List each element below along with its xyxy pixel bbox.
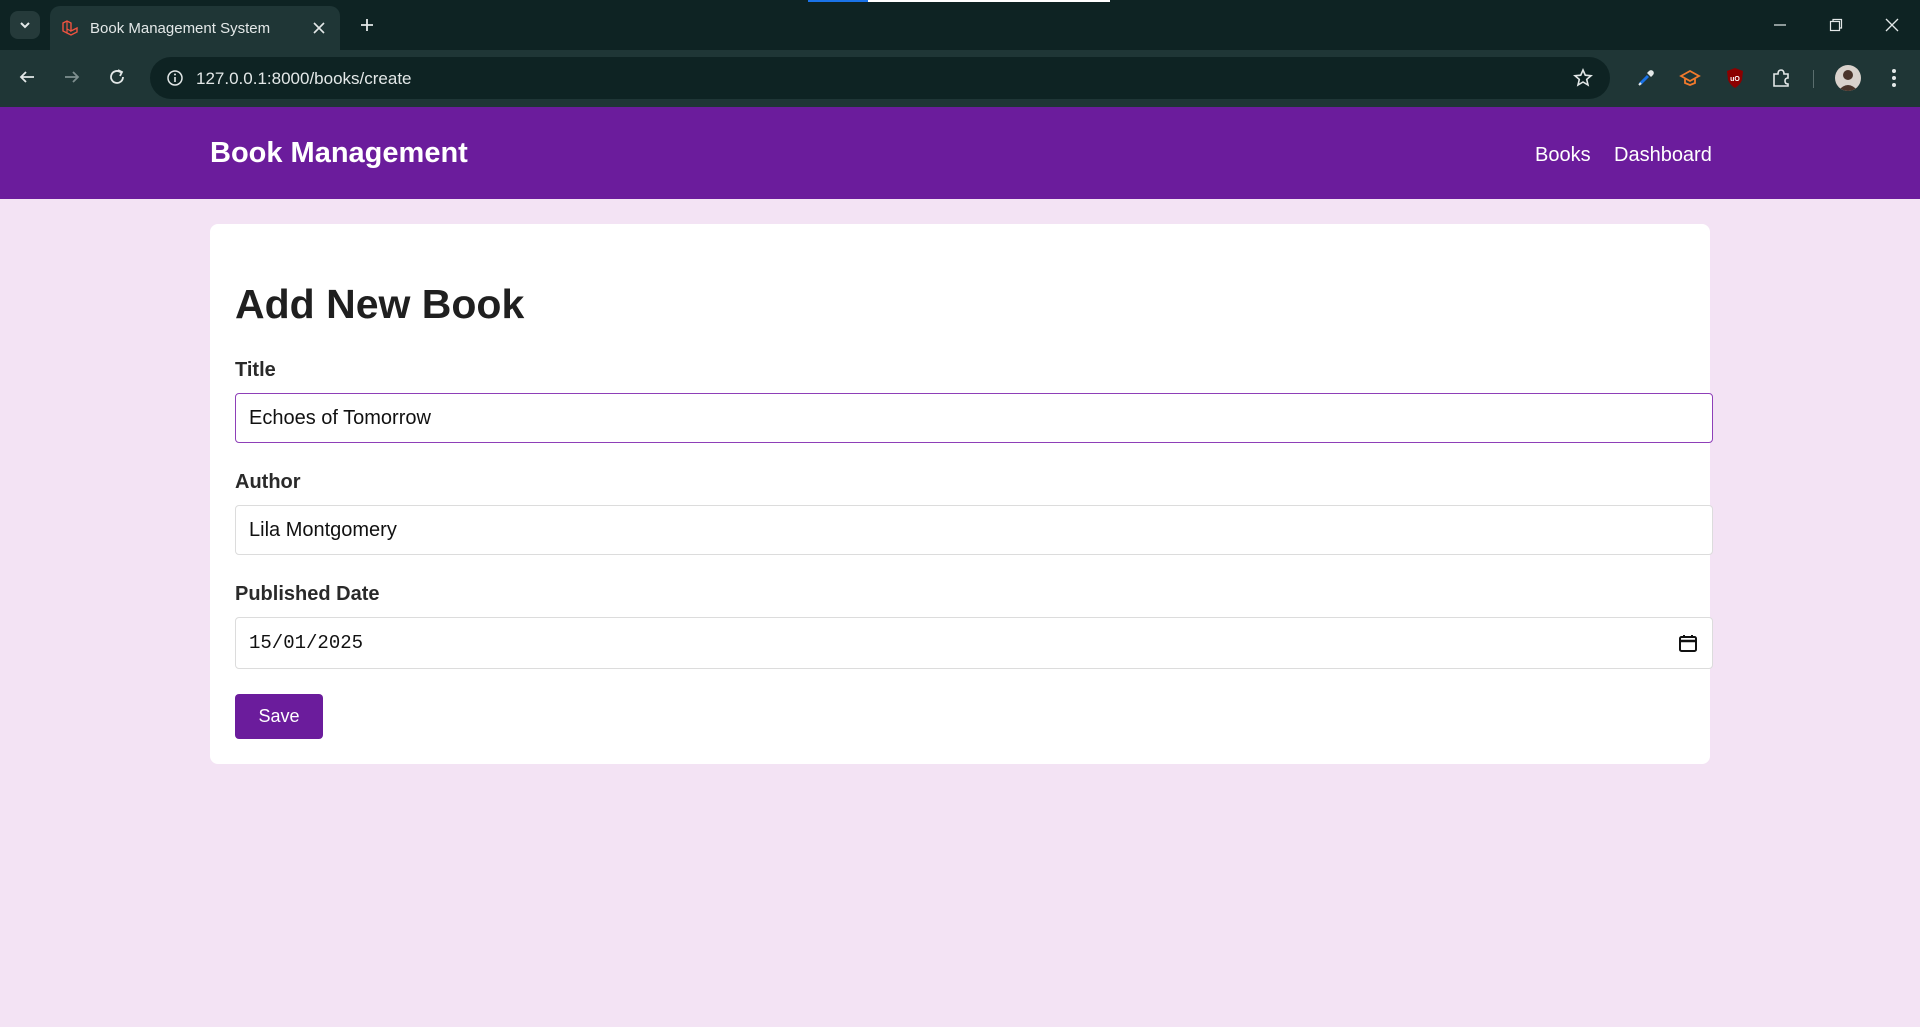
close-icon: [1885, 18, 1899, 32]
close-window-button[interactable]: [1864, 0, 1920, 50]
minimize-button[interactable]: [1752, 0, 1808, 50]
svg-text:uO: uO: [1730, 76, 1740, 83]
tab-title: Book Management System: [90, 19, 271, 37]
restore-button[interactable]: [1808, 0, 1864, 50]
extensions-puzzle-icon[interactable]: [1765, 62, 1797, 94]
browser-tab-active[interactable]: Book Management System: [50, 6, 340, 50]
published-date-input[interactable]: 15/01/2025: [235, 617, 1713, 669]
browser-tab-bar: Book Management System: [0, 0, 1920, 50]
nav-link-dashboard[interactable]: Dashboard: [1614, 144, 1712, 167]
forward-button[interactable]: [54, 59, 90, 95]
eyedropper-icon[interactable]: [1630, 62, 1662, 94]
save-button[interactable]: Save: [235, 694, 323, 739]
reload-icon: [110, 69, 124, 84]
plus-icon: [361, 19, 373, 31]
loading-bar: [808, 0, 868, 2]
author-input[interactable]: [235, 505, 1713, 555]
tab-search-button[interactable]: [10, 11, 40, 39]
graduation-cap-icon[interactable]: [1674, 62, 1706, 94]
title-label: Title: [235, 359, 276, 381]
site-header: Book Management Books Dashboard: [0, 107, 1920, 199]
brand-logo-text[interactable]: Book Management: [210, 137, 468, 170]
arrow-left-icon: [19, 71, 34, 83]
calendar-icon[interactable]: [1678, 633, 1698, 653]
minimize-icon: [1774, 24, 1786, 26]
author-label: Author: [235, 471, 301, 493]
published-date-label: Published Date: [235, 583, 380, 605]
page-title: Add New Book: [235, 281, 525, 327]
published-date-value: 15/01/2025: [249, 632, 364, 654]
restore-icon: [1829, 18, 1843, 32]
book-form-card: Add New Book Title Author Published Date…: [210, 224, 1713, 764]
laravel-icon: [60, 18, 80, 38]
browser-toolbar: 127.0.0.1:8000/books/create uO: [0, 50, 1920, 107]
close-icon[interactable]: [304, 13, 334, 43]
kebab-menu-icon[interactable]: [1878, 62, 1910, 94]
address-bar[interactable]: 127.0.0.1:8000/books/create: [150, 57, 1610, 99]
arrow-right-icon: [65, 71, 80, 83]
ublock-shield-icon[interactable]: uO: [1719, 62, 1751, 94]
profile-avatar[interactable]: [1835, 65, 1861, 91]
reload-button[interactable]: [99, 59, 135, 95]
window-controls: [1752, 0, 1920, 50]
nav-link-books[interactable]: Books: [1535, 144, 1591, 167]
title-input[interactable]: [235, 393, 1713, 443]
back-button[interactable]: [9, 59, 45, 95]
info-icon[interactable]: [160, 63, 190, 93]
star-icon[interactable]: [1568, 63, 1598, 93]
url-text: 127.0.0.1:8000/books/create: [196, 69, 412, 88]
new-tab-button[interactable]: [352, 10, 382, 40]
loading-bar-track: [868, 0, 1110, 2]
toolbar-divider: [1813, 70, 1814, 88]
chevron-down-icon: [20, 22, 30, 29]
